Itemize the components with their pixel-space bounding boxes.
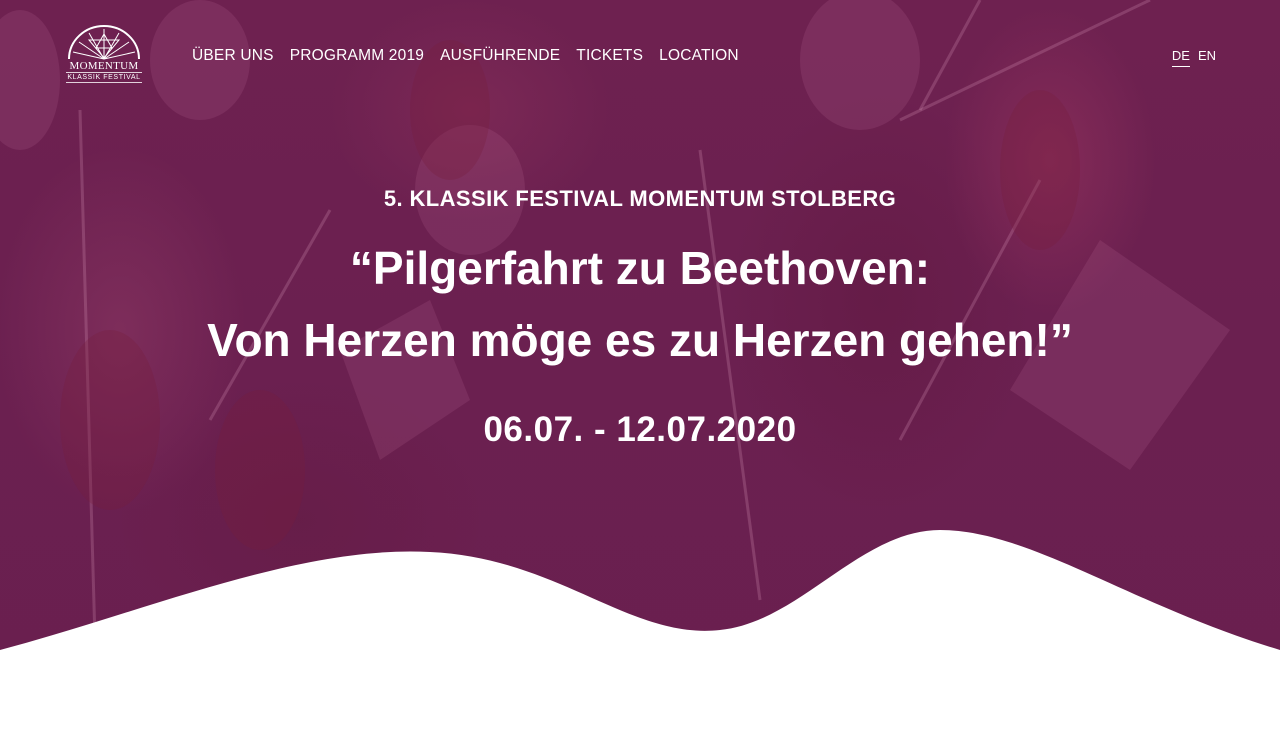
nav-item-tickets[interactable]: TICKETS bbox=[576, 46, 643, 66]
language-switcher: DE EN bbox=[1171, 48, 1216, 67]
lang-de-link[interactable]: DE bbox=[1171, 48, 1190, 67]
logo-wordmark: MOMENTUM bbox=[69, 60, 139, 72]
hero-title-line-1: “Pilgerfahrt zu Beethoven: bbox=[0, 240, 1280, 296]
hero-subtitle: 5. KLASSIK FESTIVAL MOMENTUM STOLBERG bbox=[383, 186, 897, 211]
title-highlight: Von Herzen möge es zu Herzen gehen!” bbox=[205, 312, 1075, 368]
nav-item-ueber-uns[interactable]: ÜBER UNS bbox=[192, 46, 274, 66]
festival-dates: 06.07. - 12.07.2020 bbox=[483, 410, 797, 449]
lang-en-link[interactable]: EN bbox=[1198, 48, 1216, 67]
nav-item-location[interactable]: LOCATION bbox=[659, 46, 739, 66]
nav-item-ausfuehrende[interactable]: AUSFÜHRENDE bbox=[440, 46, 560, 66]
logo-subline: KLASSIK FESTIVAL bbox=[66, 72, 142, 83]
hero-section: MOMENTUM KLASSIK FESTIVAL ÜBER UNS PROGR… bbox=[0, 0, 1280, 735]
main-nav: ÜBER UNS PROGRAMM 2019 AUSFÜHRENDE TICKE… bbox=[192, 46, 739, 66]
sunburst-logo-icon bbox=[68, 25, 140, 60]
hero-title-line-2: Von Herzen möge es zu Herzen gehen!” bbox=[0, 312, 1280, 368]
festival-logo[interactable]: MOMENTUM KLASSIK FESTIVAL bbox=[66, 24, 142, 86]
title-highlight: “Pilgerfahrt zu Beethoven: bbox=[347, 240, 933, 296]
title-text-1: “Pilgerfahrt zu Beethoven: bbox=[349, 242, 931, 294]
nav-item-programm[interactable]: PROGRAMM 2019 bbox=[290, 46, 424, 66]
title-text-2: Von Herzen möge es zu Herzen gehen!” bbox=[207, 314, 1073, 366]
